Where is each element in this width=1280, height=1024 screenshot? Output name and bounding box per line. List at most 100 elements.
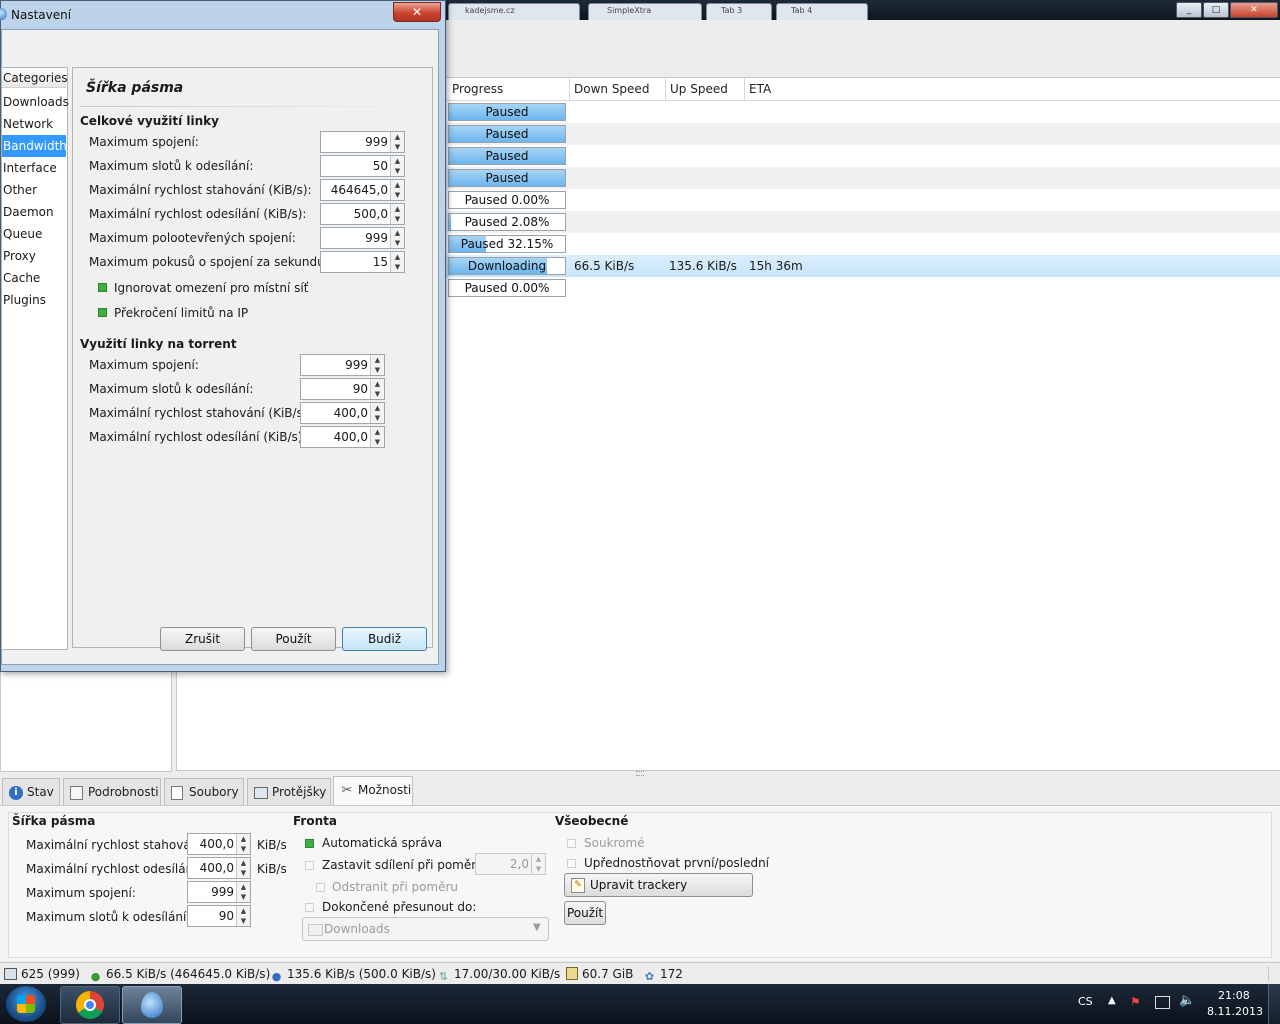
spin-input[interactable]: 400,0 ▲ ▼ [300,402,385,424]
spin-arrows-icon[interactable]: ▲ ▼ [370,379,384,399]
spin-arrows-icon[interactable]: ▲ ▼ [236,858,250,878]
taskbar-chrome-button[interactable] [60,986,120,1024]
category-item-daemon[interactable]: Daemon [2,201,66,223]
auto-manage-checkbox[interactable] [305,839,314,848]
move-completed-folder-chooser[interactable]: Downloads ▼ [302,917,549,941]
spin-input[interactable]: 500,0 ▲ ▼ [320,203,405,225]
spin-arrows-icon[interactable]: ▲ ▼ [370,355,384,375]
spin-arrows-icon[interactable]: ▲ ▼ [390,132,404,152]
category-item-cache[interactable]: Cache [2,267,66,289]
category-item-proxy[interactable]: Proxy [2,245,66,267]
show-desktop-button[interactable] [1268,984,1280,1024]
ok-button[interactable]: Budiž [342,627,427,651]
ignore-local-checkbox[interactable] [98,283,107,292]
stop-seed-ratio-value: 2,0 [509,857,529,871]
category-item-downloads[interactable]: Downloads [2,91,69,113]
spin-input[interactable]: 50 ▲ ▼ [320,155,405,177]
show-hidden-icons-icon[interactable]: ▲ [1108,995,1116,1006]
max-up-input[interactable]: 400,0 ▲ ▼ [187,857,251,879]
spin-arrows-icon[interactable]: ▲ ▼ [370,427,384,447]
tab-options[interactable]: ✂ Možnosti [333,776,413,806]
edit-trackers-button[interactable]: ✎ Upravit trackery [564,873,753,897]
spin-arrows-icon[interactable]: ▲ ▼ [390,156,404,176]
browser-tab[interactable]: SimpleXtra [588,3,702,20]
sidebar-filter-panel[interactable] [0,670,172,772]
tab-files[interactable]: Soubory [164,778,244,805]
spin-arrows-icon[interactable]: ▲ ▼ [390,204,404,224]
progress-text: Paused 0.00% [464,281,550,295]
taskbar-deluge-button[interactable] [122,986,182,1024]
rate-limit-ip-checkbox[interactable] [98,308,107,317]
resize-grip-icon[interactable] [1268,967,1279,981]
cancel-button[interactable]: Zrušit [160,627,245,651]
tab-details[interactable]: Podrobnosti [63,778,161,805]
spin-arrows-icon[interactable]: ▲ ▼ [236,834,250,854]
max-slots-input[interactable]: 90 ▲ ▼ [187,905,251,927]
browser-tab[interactable]: Tab 3 [706,3,772,20]
status-download[interactable]: ● 66.5 KiB/s (464645.0 KiB/s) [89,966,271,983]
column-header-down-speed[interactable]: Down Speed [570,78,666,100]
cancel-label: Zrušit [184,632,221,646]
progress-text: Paused 0.00% [464,193,550,207]
spin-input[interactable]: 15 ▲ ▼ [320,251,405,273]
spin-arrows-icon[interactable]: ▲ ▼ [370,403,384,423]
start-button[interactable] [6,986,46,1022]
spin-value: 400,0 [333,430,368,444]
prioritize-checkbox[interactable] [567,859,576,868]
category-item-other[interactable]: Other [2,179,66,201]
spin-input[interactable]: 400,0 ▲ ▼ [300,426,385,448]
spin-arrows-icon[interactable]: ▲ ▼ [390,228,404,248]
category-item-interface[interactable]: Interface [2,157,66,179]
tab-peers[interactable]: Protějšky [247,778,331,805]
spin-arrows-icon[interactable]: ▲ ▼ [531,854,545,874]
dialog-titlebar[interactable]: Nastavení ✕ [0,1,445,29]
browser-tab[interactable]: Tab 4 [776,3,868,20]
spin-input[interactable]: 464645,0 ▲ ▼ [320,179,405,201]
tab-status[interactable]: i Stav [2,778,60,805]
spin-input[interactable]: 999 ▲ ▼ [300,354,385,376]
column-header-progress[interactable]: Progress [448,78,570,100]
maximize-button[interactable]: □ [1203,2,1229,18]
action-center-flag-icon[interactable]: ⚑ [1130,995,1141,1009]
column-header-up-speed[interactable]: Up Speed [666,78,745,100]
status-protocol-traffic: ⇅ 17.00/30.00 KiB/s [437,966,560,983]
remove-at-ratio-checkbox[interactable] [316,883,325,892]
stop-seed-ratio-input[interactable]: 2,0 ▲ ▼ [475,853,546,875]
spin-input[interactable]: 999 ▲ ▼ [320,131,405,153]
category-item-bandwidth[interactable]: Bandwidth [2,135,67,157]
spin-arrows-icon[interactable]: ▲ ▼ [236,906,250,926]
categories-header[interactable]: Categories [2,68,68,88]
ok-label: Budiž [367,632,402,646]
category-item-queue[interactable]: Queue [2,223,66,245]
categories-list[interactable]: Categories Downloads Network Bandwidth Inte… [1,67,69,650]
column-header-eta[interactable]: ETA [745,78,1280,100]
category-label: Bandwidth [3,139,67,153]
status-upload[interactable]: ● 135.6 KiB/s (500.0 KiB/s) [270,966,436,983]
browser-tab[interactable]: kadejsme.cz [448,3,580,20]
status-connections[interactable]: 625 (999) [4,966,80,982]
minimize-button[interactable]: _ [1176,2,1202,18]
apply-button[interactable]: Použít [251,627,336,651]
category-item-plugins[interactable]: Plugins [2,289,66,311]
move-completed-checkbox[interactable] [305,903,314,912]
language-indicator[interactable]: CS [1078,995,1093,1008]
close-button[interactable]: ✕ [1230,2,1278,18]
volume-icon[interactable]: 🔈 [1179,993,1195,1008]
network-icon[interactable] [1155,996,1170,1009]
max-conn-input[interactable]: 999 ▲ ▼ [187,881,251,903]
stop-seed-checkbox[interactable] [305,861,314,870]
spin-arrows-icon[interactable]: ▲ ▼ [236,882,250,902]
options-apply-button[interactable]: Použít [564,901,606,925]
spin-input[interactable]: 90 ▲ ▼ [300,378,385,400]
max-down-input[interactable]: 400,0 ▲ ▼ [187,833,251,855]
spin-arrows-icon[interactable]: ▲ ▼ [390,252,404,272]
category-item-network[interactable]: Network [2,113,66,135]
spin-arrows-icon[interactable]: ▲ ▼ [390,180,404,200]
spin-input[interactable]: 999 ▲ ▼ [320,227,405,249]
private-checkbox[interactable] [567,839,576,848]
dialog-close-button[interactable]: ✕ [393,2,441,22]
clock-date[interactable]: 8.11.2013 [1207,1005,1263,1018]
field-label: Maximum pokusů o spojení za sekundu: [89,255,329,269]
pane-splitter[interactable] [0,770,1280,776]
clock-time[interactable]: 21:08 [1218,989,1250,1002]
